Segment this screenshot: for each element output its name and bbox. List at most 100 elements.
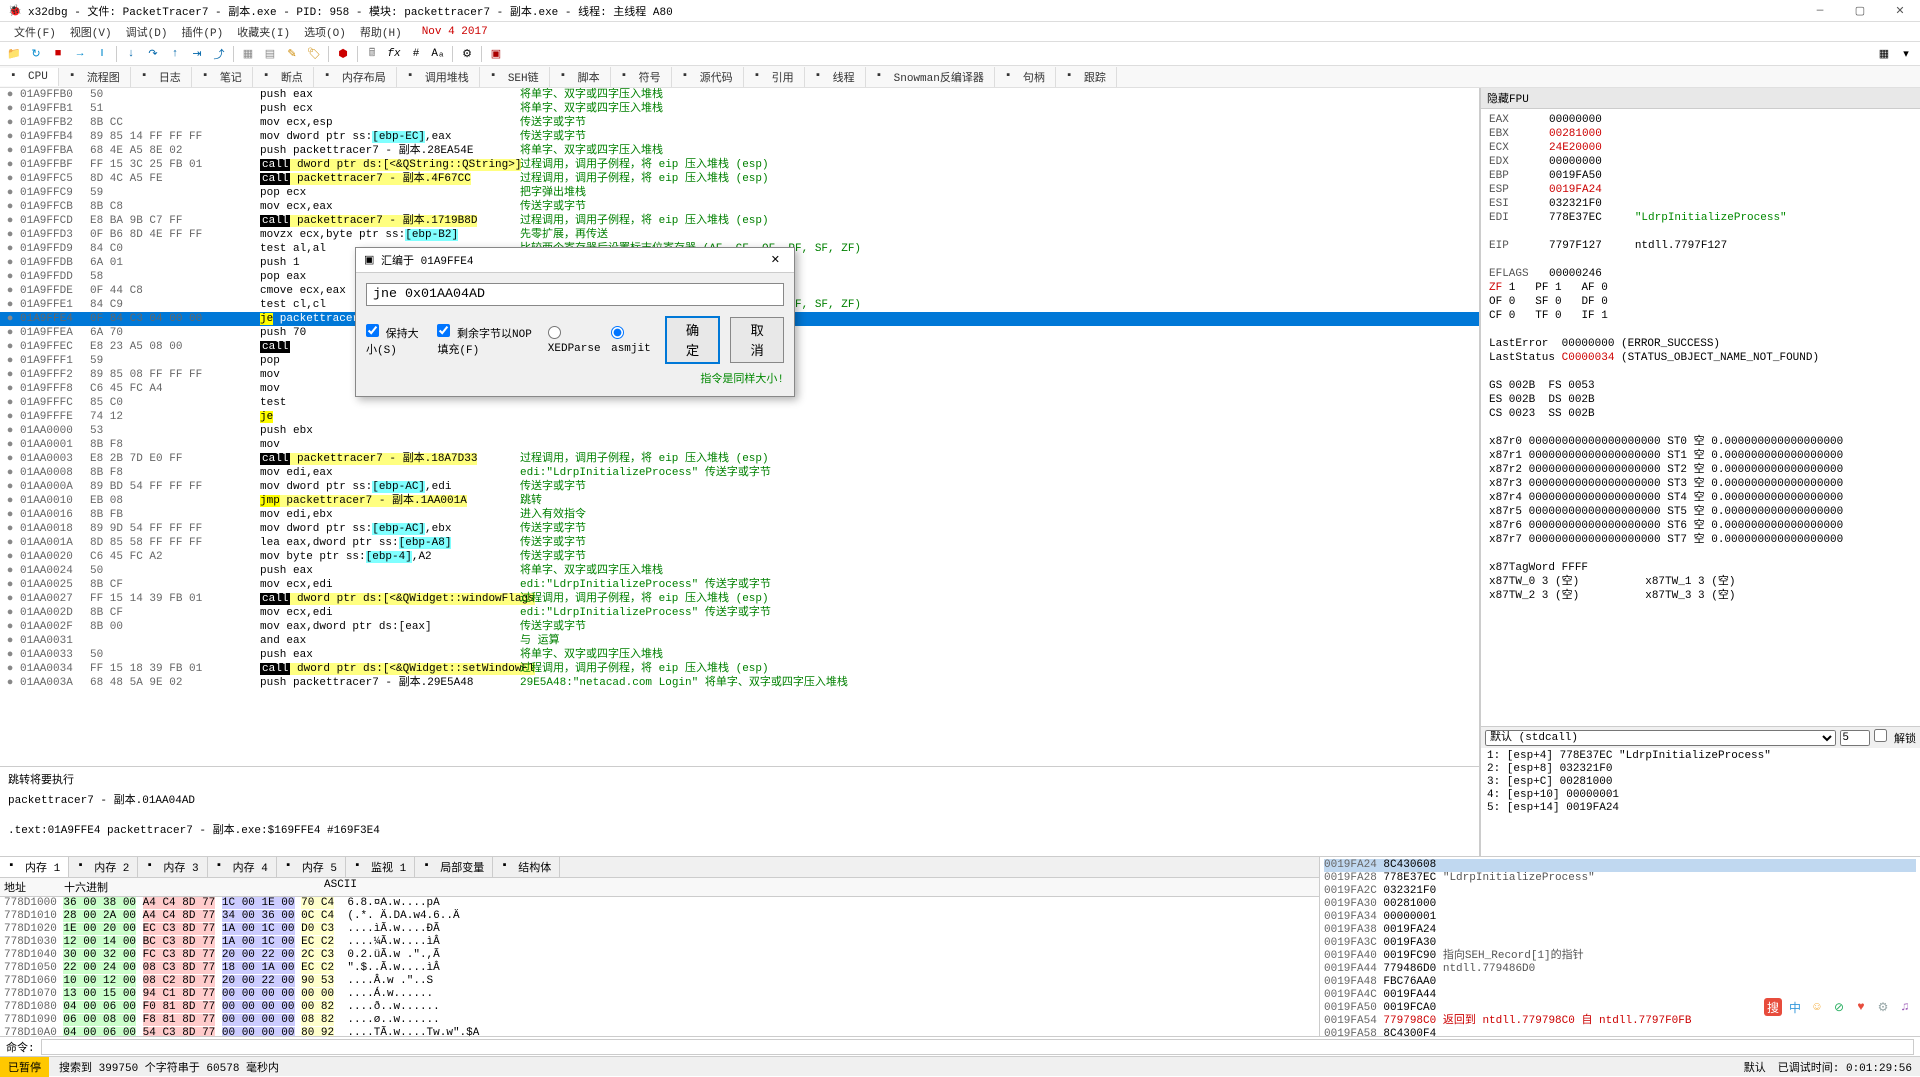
disasm-row[interactable]: ●01AA0034FF 15 18 39 FB 01call dword ptr… [0, 662, 1479, 676]
tab-notes[interactable]: ▪笔记 [192, 67, 253, 87]
tray-icon-1[interactable]: 中 [1786, 998, 1804, 1016]
disasm-row[interactable]: ●01A9FFBFFF 15 3C 25 FB 01call dword ptr… [0, 158, 1479, 172]
tab-src[interactable]: ▪源代码 [672, 67, 744, 87]
menu-favorites[interactable]: 收藏夹(I) [231, 22, 296, 42]
mem-tab-2[interactable]: ▪内存 3 [138, 857, 207, 877]
mem-tab-0[interactable]: ▪内存 1 [0, 857, 69, 877]
tab-log[interactable]: ▪日志 [131, 67, 192, 87]
disasm-row[interactable]: ●01AA003A68 48 5A 9E 02push packettracer… [0, 676, 1479, 690]
disasm-row[interactable]: ●01AA0020C6 45 FC A2mov byte ptr ss:[ebp… [0, 550, 1479, 564]
mem-tab-4[interactable]: ▪内存 5 [277, 857, 346, 877]
patch-icon[interactable]: ▦ [238, 44, 258, 64]
close-button[interactable]: ✕ [1880, 0, 1920, 22]
keep-size-checkbox[interactable]: 保持大小(S) [366, 324, 427, 357]
hide-fpu-button[interactable]: 隐藏FPU [1481, 88, 1920, 109]
pause-icon[interactable]: ‖ [92, 44, 112, 64]
disasm-row[interactable]: ●01A9FFD30F B6 8D 4E FF FFmovzx ecx,byte… [0, 228, 1479, 242]
unlock-checkbox[interactable]: 解锁 [1874, 729, 1916, 746]
disasm-row[interactable]: ●01AA000A89 BD 54 FF FF FFmov dword ptr … [0, 480, 1479, 494]
hex-icon[interactable]: ⬢ [333, 44, 353, 64]
disasm-row[interactable]: ●01AA002D8B CFmov ecx,ediedi:"LdrpInitia… [0, 606, 1479, 620]
menu-file[interactable]: 文件(F) [8, 22, 62, 42]
tab-handle[interactable]: ▪句柄 [995, 67, 1056, 87]
tab-mem[interactable]: ▪内存布局 [314, 67, 397, 87]
settings-icon[interactable]: ⚙ [457, 44, 477, 64]
fill-nop-checkbox[interactable]: 剩余字节以NOP填充(F) [437, 324, 537, 357]
tab-bp[interactable]: ▪断点 [253, 67, 314, 87]
dialog-close-icon[interactable]: ✕ [765, 253, 786, 267]
asmjit-radio[interactable]: asmjit [611, 326, 655, 355]
tab-script[interactable]: ▪脚本 [550, 67, 611, 87]
step-over-icon[interactable]: ↷ [143, 44, 163, 64]
mem-tab-7[interactable]: ▪结构体 [493, 857, 560, 877]
maximize-button[interactable]: ▢ [1840, 0, 1880, 22]
disasm-row[interactable]: ●01A9FFB050push eax将单字、双字或四字压入堆栈 [0, 88, 1479, 102]
memory-dump[interactable]: 778D1000 36 00 38 00 A4 C4 8D 77 1C 00 1… [0, 897, 1319, 1036]
disasm-row[interactable]: ●01AA002450push eax将单字、双字或四字压入堆栈 [0, 564, 1479, 578]
font-icon[interactable]: Aₐ [428, 44, 448, 64]
hash-icon[interactable]: # [406, 44, 426, 64]
menu-plugins[interactable]: 插件(P) [175, 22, 229, 42]
module-icon[interactable]: ▣ [486, 44, 506, 64]
disasm-row[interactable]: ●01AA00258B CFmov ecx,ediedi:"LdrpInitia… [0, 578, 1479, 592]
fx-icon[interactable]: fx [384, 44, 404, 64]
tab-seh[interactable]: ▪SEH链 [480, 67, 550, 87]
minimize-button[interactable]: — [1800, 0, 1840, 22]
tab-sym[interactable]: ▪符号 [611, 67, 672, 87]
tab-flow[interactable]: ▪流程图 [59, 67, 131, 87]
stack-args-view[interactable]: 1: [esp+4] 778E37EC "LdrpInitializeProce… [1481, 748, 1920, 856]
open-icon[interactable]: 📁 [4, 44, 24, 64]
mem-tab-1[interactable]: ▪内存 2 [69, 857, 138, 877]
registers-view[interactable]: EAX00000000EBX00281000ECX24E20000EDX0000… [1481, 109, 1920, 726]
tray-icon-2[interactable]: ☺ [1808, 998, 1826, 1016]
label-icon[interactable]: 🏷 [304, 44, 324, 64]
disasm-row[interactable]: ●01AA0010EB 08jmp packettracer7 - 副本.1AA… [0, 494, 1479, 508]
disasm-row[interactable]: ●01A9FFFE74 12je [0, 410, 1479, 424]
disasm-row[interactable]: ●01AA0003E8 2B 7D E0 FFcall packettracer… [0, 452, 1479, 466]
tab-ref[interactable]: ▪引用 [744, 67, 805, 87]
disasm-row[interactable]: ●01A9FFCB8B C8mov ecx,eax传送字或字节 [0, 200, 1479, 214]
menu-view[interactable]: 视图(V) [64, 22, 118, 42]
tray-icon-3[interactable]: ⊘ [1830, 998, 1848, 1016]
mem-tab-5[interactable]: ▪监视 1 [346, 857, 415, 877]
disasm-row[interactable]: ●01AA0031and eax与 运算 [0, 634, 1479, 648]
calling-convention-select[interactable]: 默认 (stdcall) [1485, 730, 1836, 746]
tab-stack[interactable]: ▪调用堆栈 [397, 67, 480, 87]
tray-icon-0[interactable]: 搜 [1764, 998, 1782, 1016]
arg-count-input[interactable] [1840, 730, 1870, 746]
disasm-row[interactable]: ●01AA000053push ebx [0, 424, 1479, 438]
disasm-row[interactable]: ●01AA0027FF 15 14 39 FB 01call dword ptr… [0, 592, 1479, 606]
disasm-row[interactable]: ●01A9FFB28B CCmov ecx,esp传送字或字节 [0, 116, 1479, 130]
disasm-row[interactable]: ●01AA003350push eax将单字、双字或四字压入堆栈 [0, 648, 1479, 662]
mem-tab-3[interactable]: ▪内存 4 [208, 857, 277, 877]
cancel-button[interactable]: 取消 [730, 317, 784, 363]
disasm-row[interactable]: ●01AA00018B F8mov [0, 438, 1479, 452]
xedparse-radio[interactable]: XEDParse [548, 326, 601, 355]
assemble-input[interactable] [366, 283, 784, 306]
disasm-row[interactable]: ●01A9FFC58D 4C A5 FEcall packettracer7 -… [0, 172, 1479, 186]
restart-icon[interactable]: ↻ [26, 44, 46, 64]
disasm-row[interactable]: ●01AA00088B F8mov edi,eaxedi:"LdrpInitia… [0, 466, 1479, 480]
stop-icon[interactable]: ■ [48, 44, 68, 64]
menu-options[interactable]: 选项(O) [298, 22, 352, 42]
script-icon[interactable]: ▤ [260, 44, 280, 64]
step-out-icon[interactable]: ↑ [165, 44, 185, 64]
tab-thread[interactable]: ▪线程 [805, 67, 866, 87]
layout-icon[interactable]: ▦ [1874, 44, 1894, 64]
tray-icon-4[interactable]: ♥ [1852, 998, 1870, 1016]
disasm-row[interactable]: ●01AA00168B FBmov edi,ebx进入有效指令 [0, 508, 1479, 522]
menu-help[interactable]: 帮助(H) [354, 22, 408, 42]
tray-icon-6[interactable]: ♫ [1896, 998, 1914, 1016]
disasm-row[interactable]: ●01AA002F8B 00mov eax,dword ptr ds:[eax]… [0, 620, 1479, 634]
disasm-row[interactable]: ●01A9FFBA68 4E A5 8E 02push packettracer… [0, 144, 1479, 158]
run-to-icon[interactable]: ⇥ [187, 44, 207, 64]
disasm-row[interactable]: ●01AA001A8D 85 58 FF FF FFlea eax,dword … [0, 536, 1479, 550]
tray-icon-5[interactable]: ⚙ [1874, 998, 1892, 1016]
command-input[interactable] [41, 1039, 1914, 1055]
disasm-row[interactable]: ●01A9FFC959pop ecx把字弹出堆栈 [0, 186, 1479, 200]
disasm-row[interactable]: ●01A9FFB489 85 14 FF FF FFmov dword ptr … [0, 130, 1479, 144]
ok-button[interactable]: 确定 [665, 316, 721, 364]
run-icon[interactable]: → [70, 44, 90, 64]
disasm-row[interactable]: ●01A9FFCDE8 BA 9B C7 FFcall packettracer… [0, 214, 1479, 228]
disasm-row[interactable]: ●01A9FFB151push ecx将单字、双字或四字压入堆栈 [0, 102, 1479, 116]
